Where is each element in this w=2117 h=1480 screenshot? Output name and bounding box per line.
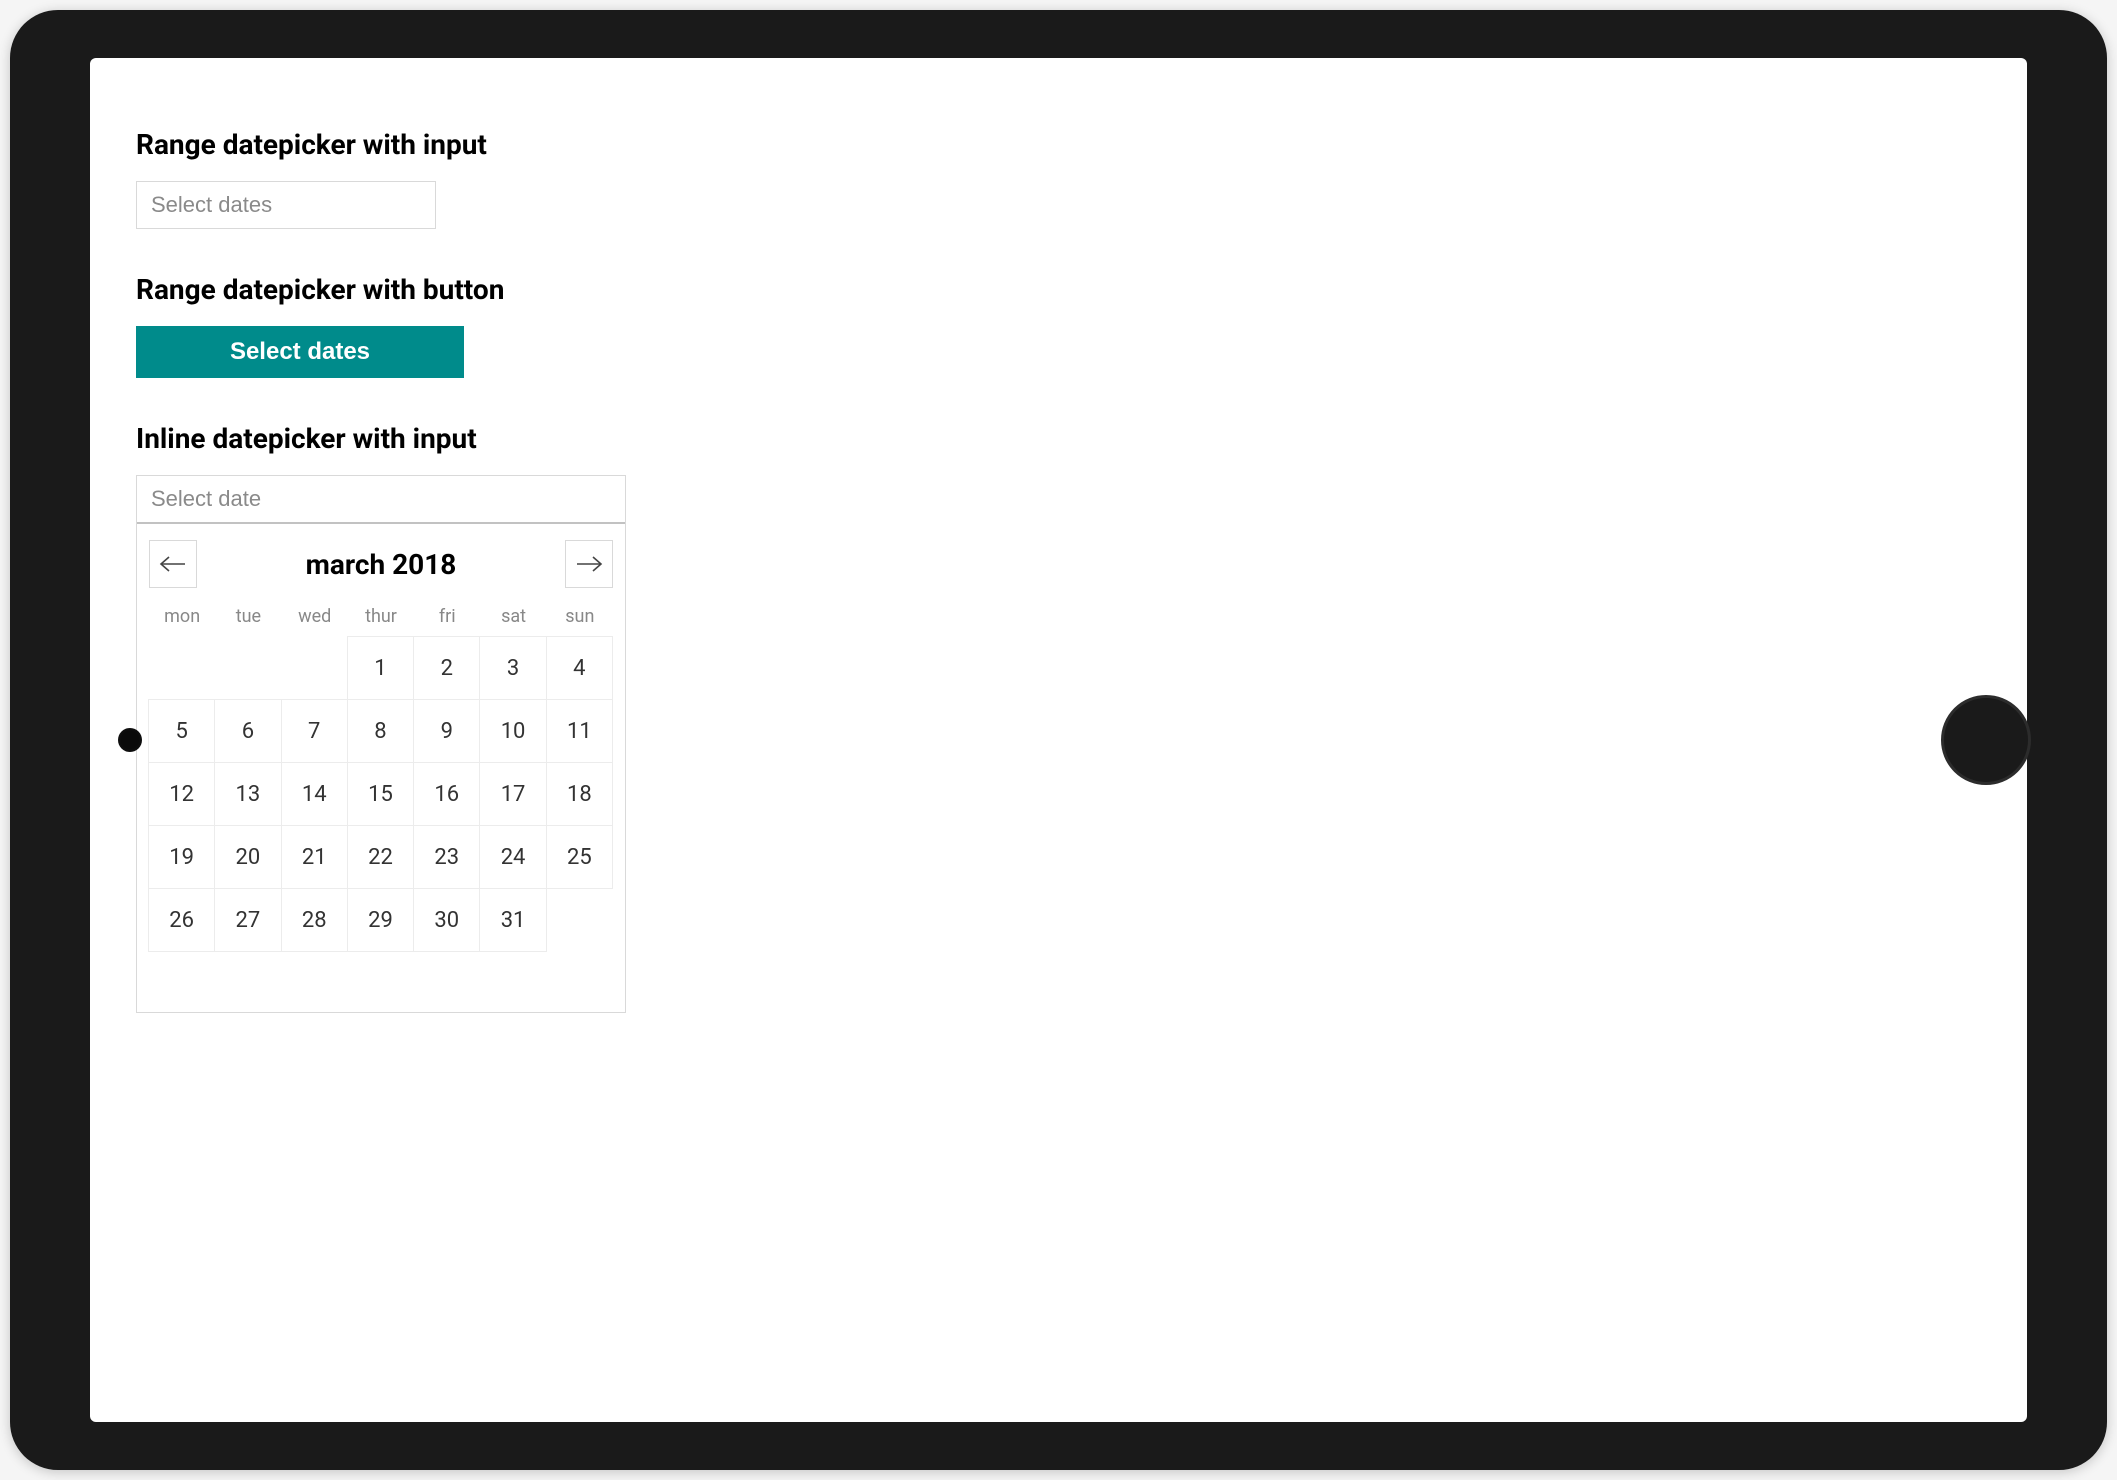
weekday-label: fri xyxy=(414,600,480,633)
calendar-header: march 2018 xyxy=(149,536,613,588)
day-cell[interactable]: 3 xyxy=(479,636,546,700)
section-range-input: Range datepicker with input xyxy=(136,128,1981,229)
heading-inline-picker: Inline datepicker with input xyxy=(136,422,1981,455)
day-cell[interactable]: 11 xyxy=(546,699,613,763)
day-cell[interactable]: 27 xyxy=(214,888,281,952)
day-cell[interactable]: 12 xyxy=(148,762,215,826)
day-cell[interactable]: 6 xyxy=(214,699,281,763)
weekday-label: wed xyxy=(282,600,348,633)
weekday-label: tue xyxy=(215,600,281,633)
day-cell-empty xyxy=(148,636,215,700)
day-cell[interactable]: 25 xyxy=(546,825,613,889)
day-cell[interactable]: 30 xyxy=(413,888,480,952)
section-range-button: Range datepicker with button Select date… xyxy=(136,273,1981,378)
day-cell[interactable]: 29 xyxy=(347,888,414,952)
day-cell[interactable]: 10 xyxy=(479,699,546,763)
calendar: march 2018 montuewedthurfrisatsun 123456… xyxy=(137,524,625,1012)
heading-range-input: Range datepicker with input xyxy=(136,128,1981,161)
day-cell[interactable]: 15 xyxy=(347,762,414,826)
day-cell[interactable]: 20 xyxy=(214,825,281,889)
day-cell[interactable]: 26 xyxy=(148,888,215,952)
day-cell[interactable]: 22 xyxy=(347,825,414,889)
tablet-frame: Range datepicker with input Range datepi… xyxy=(10,10,2107,1470)
day-cell[interactable]: 8 xyxy=(347,699,414,763)
weekday-label: sat xyxy=(480,600,546,633)
weekday-label: mon xyxy=(149,600,215,633)
day-cell[interactable]: 1 xyxy=(347,636,414,700)
day-cell[interactable]: 2 xyxy=(413,636,480,700)
day-cell[interactable]: 17 xyxy=(479,762,546,826)
day-cell[interactable]: 31 xyxy=(479,888,546,952)
arrow-left-icon xyxy=(159,555,187,573)
day-cell[interactable]: 16 xyxy=(413,762,480,826)
weekday-label: sun xyxy=(547,600,613,633)
day-cell[interactable]: 14 xyxy=(281,762,348,826)
month-title: march 2018 xyxy=(306,548,457,581)
next-month-button[interactable] xyxy=(565,540,613,588)
day-cell-empty xyxy=(281,636,348,700)
inline-date-input[interactable] xyxy=(137,476,625,524)
heading-range-button: Range datepicker with button xyxy=(136,273,1981,306)
arrow-right-icon xyxy=(575,555,603,573)
day-cell[interactable]: 9 xyxy=(413,699,480,763)
inline-datepicker: march 2018 montuewedthurfrisatsun 123456… xyxy=(136,475,626,1013)
day-cell[interactable]: 13 xyxy=(214,762,281,826)
home-button[interactable] xyxy=(1941,695,2031,785)
day-cell[interactable]: 4 xyxy=(546,636,613,700)
section-inline-picker: Inline datepicker with input march 2018 xyxy=(136,422,1981,1013)
select-dates-button[interactable]: Select dates xyxy=(136,326,464,378)
day-cell[interactable]: 7 xyxy=(281,699,348,763)
weekday-row: montuewedthurfrisatsun xyxy=(149,600,613,633)
day-cell[interactable]: 28 xyxy=(281,888,348,952)
range-dates-input[interactable] xyxy=(136,181,436,229)
camera-icon xyxy=(118,728,142,752)
day-cell[interactable]: 23 xyxy=(413,825,480,889)
day-cell-empty xyxy=(214,636,281,700)
day-cell[interactable]: 21 xyxy=(281,825,348,889)
day-cell[interactable]: 24 xyxy=(479,825,546,889)
weekday-label: thur xyxy=(348,600,414,633)
day-cell[interactable]: 18 xyxy=(546,762,613,826)
screen: Range datepicker with input Range datepi… xyxy=(90,58,2027,1422)
day-cell[interactable]: 5 xyxy=(148,699,215,763)
prev-month-button[interactable] xyxy=(149,540,197,588)
day-cell[interactable]: 19 xyxy=(148,825,215,889)
days-grid: 1234567891011121314151617181920212223242… xyxy=(149,637,613,952)
